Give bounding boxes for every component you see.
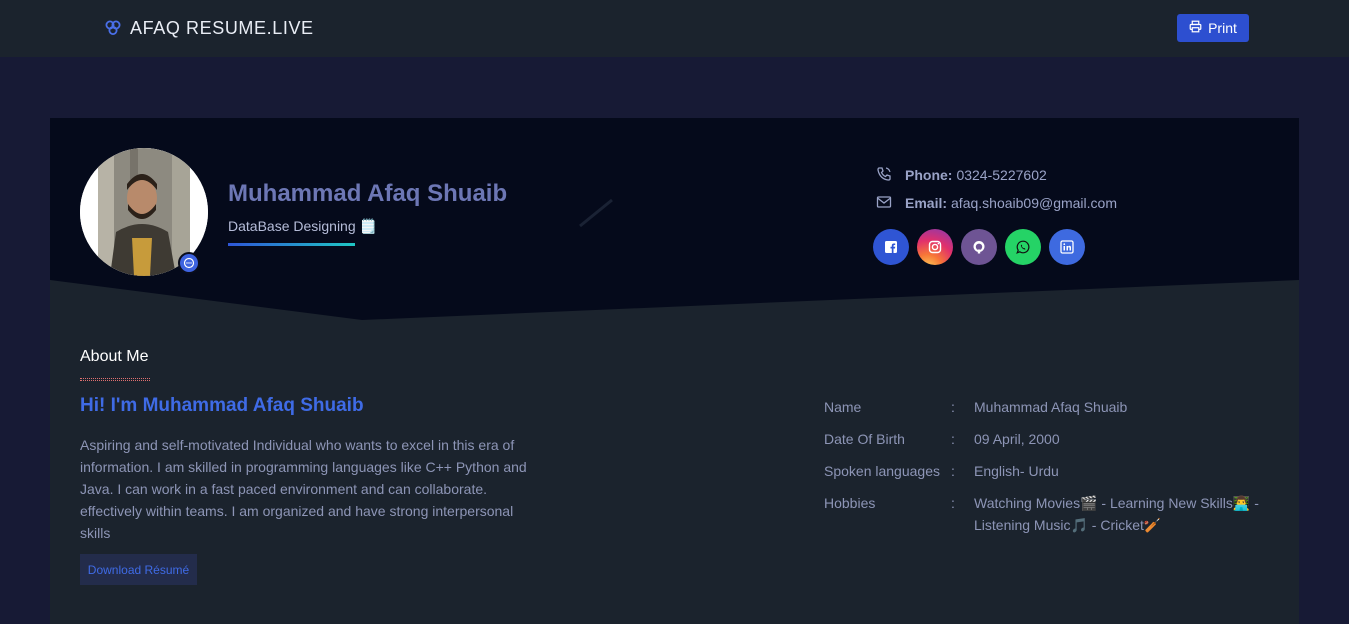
- facebook-icon[interactable]: [873, 229, 909, 265]
- linkedin-icon[interactable]: [1049, 229, 1085, 265]
- triple-circle-logo-icon: [104, 19, 122, 37]
- info-value: 09 April, 2000: [974, 431, 1060, 447]
- info-label: Name: [824, 399, 862, 415]
- about-section-title: About Me: [80, 348, 149, 365]
- info-label: Hobbies: [824, 495, 876, 511]
- about-title-underline: [80, 378, 150, 381]
- role-underline: [228, 243, 355, 246]
- chat-badge-icon[interactable]: [178, 252, 200, 274]
- info-colon: :: [951, 463, 955, 479]
- resume-card: Muhammad Afaq Shuaib DataBase Designing …: [50, 118, 1299, 624]
- info-colon: :: [951, 431, 955, 447]
- avatar[interactable]: [80, 148, 208, 276]
- phone-value[interactable]: 0324-5227602: [956, 167, 1046, 183]
- phone-contact: Phone: 0324-5227602: [876, 165, 1047, 185]
- download-resume-button[interactable]: Download Résumé: [80, 554, 197, 585]
- email-contact: Email: afaq.shoaib09@gmail.com: [876, 193, 1117, 213]
- phone-icon: [876, 166, 905, 185]
- info-value: English- Urdu: [974, 463, 1059, 479]
- top-navbar: AFAQ RESUME.LIVE Print: [0, 0, 1349, 57]
- printer-icon: [1189, 20, 1202, 36]
- bio-paragraph: Aspiring and self-motivated Individual w…: [80, 437, 527, 541]
- info-label: Spoken languages: [824, 463, 940, 479]
- phone-label: Phone:: [905, 167, 953, 183]
- info-colon: :: [951, 495, 955, 511]
- print-label: Print: [1208, 20, 1237, 36]
- email-value[interactable]: afaq.shoaib09@gmail.com: [951, 195, 1117, 211]
- github-icon[interactable]: [961, 229, 997, 265]
- brand-title: AFAQ RESUME.LIVE: [130, 17, 314, 38]
- info-colon: :: [951, 399, 955, 415]
- email-label: Email:: [905, 195, 948, 211]
- greeting-heading: Hi! I'm Muhammad Afaq Shuaib: [80, 395, 364, 416]
- brand[interactable]: AFAQ RESUME.LIVE: [104, 17, 314, 39]
- instagram-icon[interactable]: [917, 229, 953, 265]
- info-label: Date Of Birth: [824, 431, 905, 447]
- whatsapp-icon[interactable]: [1005, 229, 1041, 265]
- email-icon: [876, 194, 905, 213]
- social-links: [873, 229, 1085, 265]
- print-button[interactable]: Print: [1177, 14, 1249, 42]
- hero-name: Muhammad Afaq Shuaib: [228, 180, 508, 207]
- info-value: Muhammad Afaq Shuaib: [974, 399, 1128, 415]
- hero-role: DataBase Designing 🗒️: [228, 218, 377, 234]
- info-value: Watching Movies🎬 - Learning New Skills👨‍…: [974, 495, 1259, 533]
